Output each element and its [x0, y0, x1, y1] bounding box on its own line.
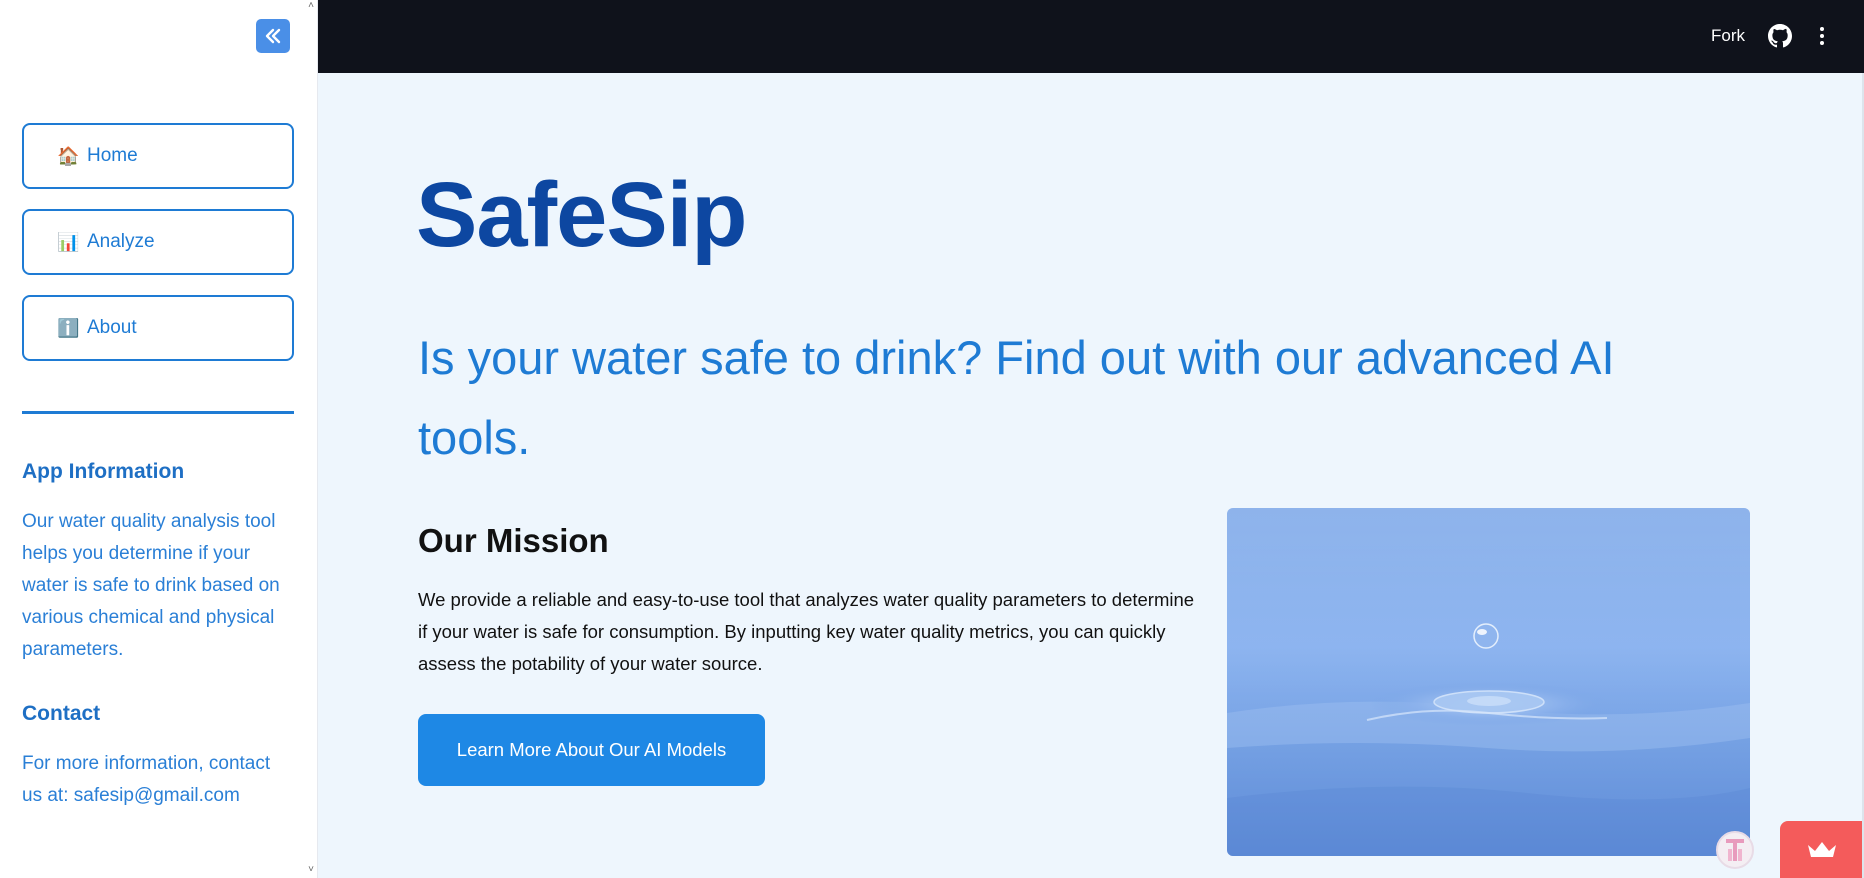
mission-text: We provide a reliable and easy-to-use to… [418, 589, 1195, 674]
sidebar-scroll-up-arrow[interactable]: ˄ [305, 0, 317, 12]
contact-heading: Contact [22, 702, 101, 725]
sidebar: ˄ 🏠 Home 📊 Analyze ℹ️ About App Informat… [0, 0, 318, 878]
nav-home-button[interactable]: 🏠 Home [22, 123, 294, 189]
mission-heading: Our Mission [418, 522, 609, 559]
page-title: SafeSip [416, 164, 747, 266]
top-header-bar [318, 0, 1864, 73]
sidebar-divider [22, 411, 294, 414]
tagline: Is your water safe to drink? Find out wi… [418, 331, 1615, 464]
learn-more-button[interactable]: Learn More About Our AI Models [418, 714, 765, 786]
contact-text: For more information, contact us at: saf… [22, 753, 271, 806]
nav-about-label: About [87, 317, 137, 338]
collapse-sidebar-button[interactable] [256, 19, 290, 53]
bar-chart-icon: 📊 [57, 232, 80, 252]
sidebar-scroll-down-arrow[interactable]: ˅ [305, 864, 317, 876]
crown-icon[interactable] [1780, 821, 1864, 878]
more-menu-icon[interactable] [1815, 24, 1829, 48]
app-information-heading: App Information [22, 460, 185, 483]
nav-about-button[interactable]: ℹ️ About [22, 295, 294, 361]
app-information-text: Our water quality analysis tool helps yo… [22, 511, 280, 660]
nav-analyze-button[interactable]: 📊 Analyze [22, 209, 294, 275]
house-icon: 🏠 [57, 146, 80, 166]
double-chevron-left-icon [265, 28, 281, 44]
nav-analyze-label: Analyze [87, 231, 155, 252]
fork-button[interactable]: Fork [1711, 26, 1745, 46]
github-icon[interactable] [1768, 24, 1792, 48]
water-droplet-image [1227, 508, 1750, 856]
nav-home-label: Home [87, 145, 138, 166]
streamlit-avatar-icon[interactable] [1716, 831, 1754, 869]
info-icon: ℹ️ [57, 318, 80, 338]
